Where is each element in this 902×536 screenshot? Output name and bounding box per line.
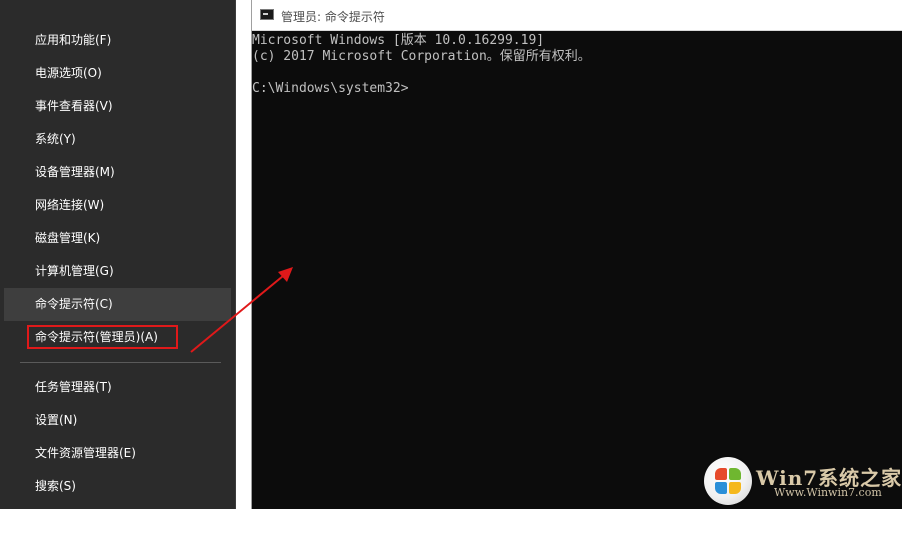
menu-item-file-explorer[interactable]: 文件资源管理器(E): [4, 437, 231, 470]
menu-item-settings[interactable]: 设置(N): [4, 404, 231, 437]
menu-item-computer-management[interactable]: 计算机管理(G): [4, 255, 231, 288]
menu-item-power-options[interactable]: 电源选项(O): [4, 57, 231, 90]
winx-menu: 应用和功能(F) 电源选项(O) 事件查看器(V) 系统(Y) 设备管理器(M)…: [0, 0, 236, 526]
console-prompt: C:\Windows\system32>: [252, 81, 409, 96]
menu-item-system[interactable]: 系统(Y): [4, 123, 231, 156]
menu-item-event-viewer[interactable]: 事件查看器(V): [4, 90, 231, 123]
console-line-version: Microsoft Windows [版本 10.0.16299.19]: [252, 33, 545, 48]
menu-item-apps-features[interactable]: 应用和功能(F): [4, 24, 231, 57]
title-bar[interactable]: 管理员: 命令提示符: [252, 0, 902, 31]
watermark: Win7系统之家 Www.Winwin7.com: [700, 453, 901, 507]
console-line-copyright: (c) 2017 Microsoft Corporation。保留所有权利。: [252, 49, 591, 64]
menu-item-search[interactable]: 搜索(S): [4, 470, 231, 503]
menu-item-task-manager[interactable]: 任务管理器(T): [4, 371, 231, 404]
highlight-box: [27, 325, 178, 349]
menu-item-run[interactable]: 运行(R): [4, 503, 231, 536]
console-output[interactable]: Microsoft Windows [版本 10.0.16299.19] (c)…: [252, 31, 902, 97]
windows-logo-icon: [704, 457, 752, 505]
window-title: 管理员: 命令提示符: [281, 10, 385, 24]
console-icon: [260, 9, 274, 20]
menu-item-disk-management[interactable]: 磁盘管理(K): [4, 222, 231, 255]
watermark-url: Www.Winwin7.com: [774, 486, 882, 499]
menu-list: 应用和功能(F) 电源选项(O) 事件查看器(V) 系统(Y) 设备管理器(M)…: [4, 24, 231, 536]
menu-separator: [20, 362, 221, 363]
menu-item-command-prompt[interactable]: 命令提示符(C): [4, 288, 231, 321]
menu-item-device-manager[interactable]: 设备管理器(M): [4, 156, 231, 189]
menu-item-network-connections[interactable]: 网络连接(W): [4, 189, 231, 222]
console-window[interactable]: 管理员: 命令提示符 Microsoft Windows [版本 10.0.16…: [251, 0, 902, 509]
